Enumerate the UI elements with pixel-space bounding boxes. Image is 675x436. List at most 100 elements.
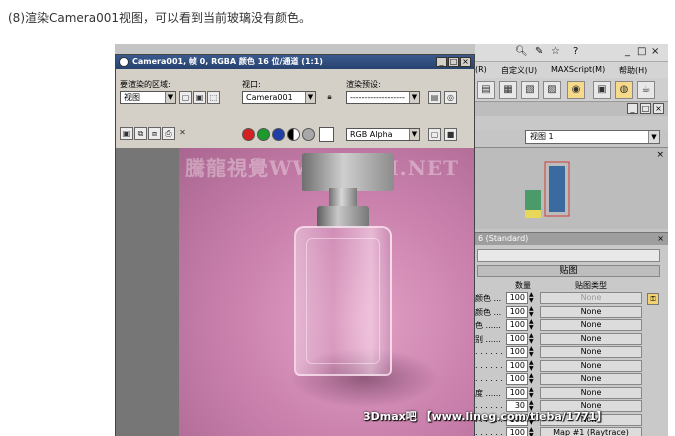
spinner-icon[interactable]: ▲ ▼ (529, 319, 535, 331)
toolbar-icon[interactable]: ▦ (499, 81, 517, 99)
render-setup-icon[interactable]: ▣ (593, 81, 611, 99)
quick-render-icon[interactable]: ☕ (637, 81, 655, 99)
restore-icon[interactable]: □ (637, 46, 646, 57)
col-maptype: 贴图类型 (575, 281, 607, 290)
preset-label: 渲染预设: (346, 80, 381, 89)
schematic-nodes (525, 161, 570, 218)
close-icon[interactable]: × (460, 57, 471, 67)
minimize-icon[interactable]: _ (625, 46, 630, 57)
viewport-select[interactable]: Camera001 ▼ (242, 91, 316, 104)
restore-icon[interactable]: □ (640, 103, 651, 114)
region-icon[interactable]: ⬚ (207, 91, 220, 104)
frame-icon[interactable]: ▢ (428, 128, 441, 141)
close-icon[interactable]: × (651, 46, 659, 57)
map-slot-button[interactable]: None (540, 386, 642, 399)
spinner-icon[interactable]: ▲ ▼ (529, 292, 535, 304)
map-slot-button[interactable]: None (540, 359, 642, 372)
caption: (8)渲染Camera001视图，可以看到当前玻璃没有颜色。 (8, 11, 311, 25)
viewport-select[interactable]: 视图 1 ▼ (525, 130, 660, 144)
map-amount-input[interactable]: 100 (506, 427, 528, 436)
menu-maxscript[interactable]: MAXScript(M) (551, 65, 605, 74)
close-icon[interactable]: × (657, 233, 664, 245)
map-slot-button[interactable]: None (540, 305, 642, 318)
menu-item[interactable]: (R) (475, 65, 487, 74)
menu-help[interactable]: 帮助(H) (619, 65, 647, 76)
minimize-icon[interactable]: _ (627, 103, 638, 114)
map-amount-input[interactable]: 100 (506, 386, 528, 399)
save-image-icon[interactable]: ▣ (120, 127, 133, 140)
clear-icon[interactable]: ✕ (176, 127, 189, 140)
material-editor-icon[interactable]: ◉ (567, 81, 585, 99)
object-node[interactable] (525, 210, 541, 218)
bottle-cap-neck (329, 188, 357, 208)
area-select[interactable]: 视图 ▼ (120, 91, 176, 104)
map-amount-input[interactable]: 100 (506, 292, 528, 304)
blue-channel-icon[interactable] (272, 128, 285, 141)
search-icon[interactable]: ✎ (535, 46, 543, 57)
environment-icon[interactable]: ◎ (444, 91, 457, 104)
preset-select[interactable]: ------------------- ▼ (346, 91, 420, 104)
map-row: . . . . . . 100 ▲ ▼ Map #1 (Raytrace) (475, 427, 668, 436)
render-canvas[interactable]: 騰龍視覺WWW.TLVI.NET (116, 148, 474, 436)
help-icon[interactable]: ? (573, 46, 578, 57)
map-row-label: . . . . . . (475, 428, 503, 436)
spinner-icon[interactable]: ▲ ▼ (529, 346, 535, 358)
spinner-icon[interactable]: ▲ ▼ (529, 359, 535, 372)
spinner-icon[interactable]: ▲ ▼ (529, 332, 535, 345)
map-amount-input[interactable]: 100 (506, 332, 528, 345)
copy-image-icon[interactable]: ⧉ (134, 127, 147, 140)
map-row-label: 颜色 ... (475, 294, 502, 303)
max-titlebar: 🔍︎ ✎ ☆ ? _ □ × (475, 44, 668, 62)
map-amount-input[interactable]: 100 (506, 346, 528, 358)
auto-region-icon[interactable]: ▣ (193, 91, 206, 104)
display-toggle-icon[interactable]: ■ (444, 128, 457, 141)
rendered-image: 騰龍視覺WWW.TLVI.NET (179, 148, 474, 436)
swatch-box[interactable] (319, 127, 334, 142)
alpha-channel-icon[interactable] (287, 128, 300, 141)
map-slot-button[interactable]: None (540, 373, 642, 385)
render-setup-icon[interactable]: ▤ (428, 91, 441, 104)
spinner-icon[interactable]: ▲ ▼ (529, 427, 535, 436)
green-channel-icon[interactable] (257, 128, 270, 141)
map-slot-button[interactable]: Map #1 (Raytrace) (540, 427, 642, 436)
lock-icon[interactable]: 🔒︎ (323, 91, 336, 104)
map-slot-button[interactable]: None (540, 319, 642, 331)
close-icon[interactable]: × (653, 103, 664, 114)
channel-select[interactable]: RGB Alpha ▼ (346, 128, 420, 141)
map-slot-button[interactable]: None (540, 332, 642, 345)
close-icon[interactable]: × (656, 150, 664, 160)
render-frame-icon[interactable]: ◍ (615, 81, 633, 99)
object-node[interactable] (525, 190, 541, 210)
map-row: . . . . . . 100 ▲ ▼ None (475, 373, 668, 386)
clone-window-icon[interactable]: ⧈ (148, 127, 161, 140)
map-row: 度 ...... 100 ▲ ▼ None (475, 386, 668, 400)
map-row-label: . . . . . . (475, 374, 503, 383)
map-amount-input[interactable]: 100 (506, 319, 528, 331)
map-amount-input[interactable]: 100 (506, 359, 528, 372)
mono-icon[interactable] (302, 128, 315, 141)
print-icon[interactable]: ⎙ (162, 127, 175, 140)
spinner-icon[interactable]: ▲ ▼ (529, 386, 535, 399)
map-slot-button[interactable]: None (540, 346, 642, 358)
chevron-down-icon: ▼ (648, 131, 659, 143)
toolbar-icon[interactable]: ▧ (521, 81, 539, 99)
toolbar-icon[interactable]: ▤ (477, 81, 495, 99)
map-amount-input[interactable]: 100 (506, 305, 528, 318)
map-amount-input[interactable]: 100 (506, 373, 528, 385)
render-window-title: Camera001, 帧 0, RGBA 颜色 16 位/通道 (1:1) (116, 55, 474, 69)
object-node[interactable] (549, 166, 565, 212)
spinner-icon[interactable]: ▲ ▼ (529, 373, 535, 385)
binoculars-icon[interactable]: 🔍︎ (515, 46, 528, 57)
menu-customize[interactable]: 自定义(U) (501, 65, 537, 76)
map-slot-button[interactable]: None (540, 292, 642, 304)
toolbar-icon[interactable]: ▨ (543, 81, 561, 99)
map-row-label: . . . . . . (475, 360, 503, 370)
maps-rollout[interactable]: 贴图 (477, 265, 660, 277)
red-channel-icon[interactable] (242, 128, 255, 141)
restore-icon[interactable]: □ (448, 57, 459, 67)
spinner-icon[interactable]: ▲ ▼ (529, 305, 535, 318)
edit-region-icon[interactable]: ▢ (179, 91, 192, 104)
map-row-label: 别 ...... (475, 334, 501, 344)
star-icon[interactable]: ☆ (551, 46, 560, 57)
minimize-icon[interactable]: _ (436, 57, 447, 67)
